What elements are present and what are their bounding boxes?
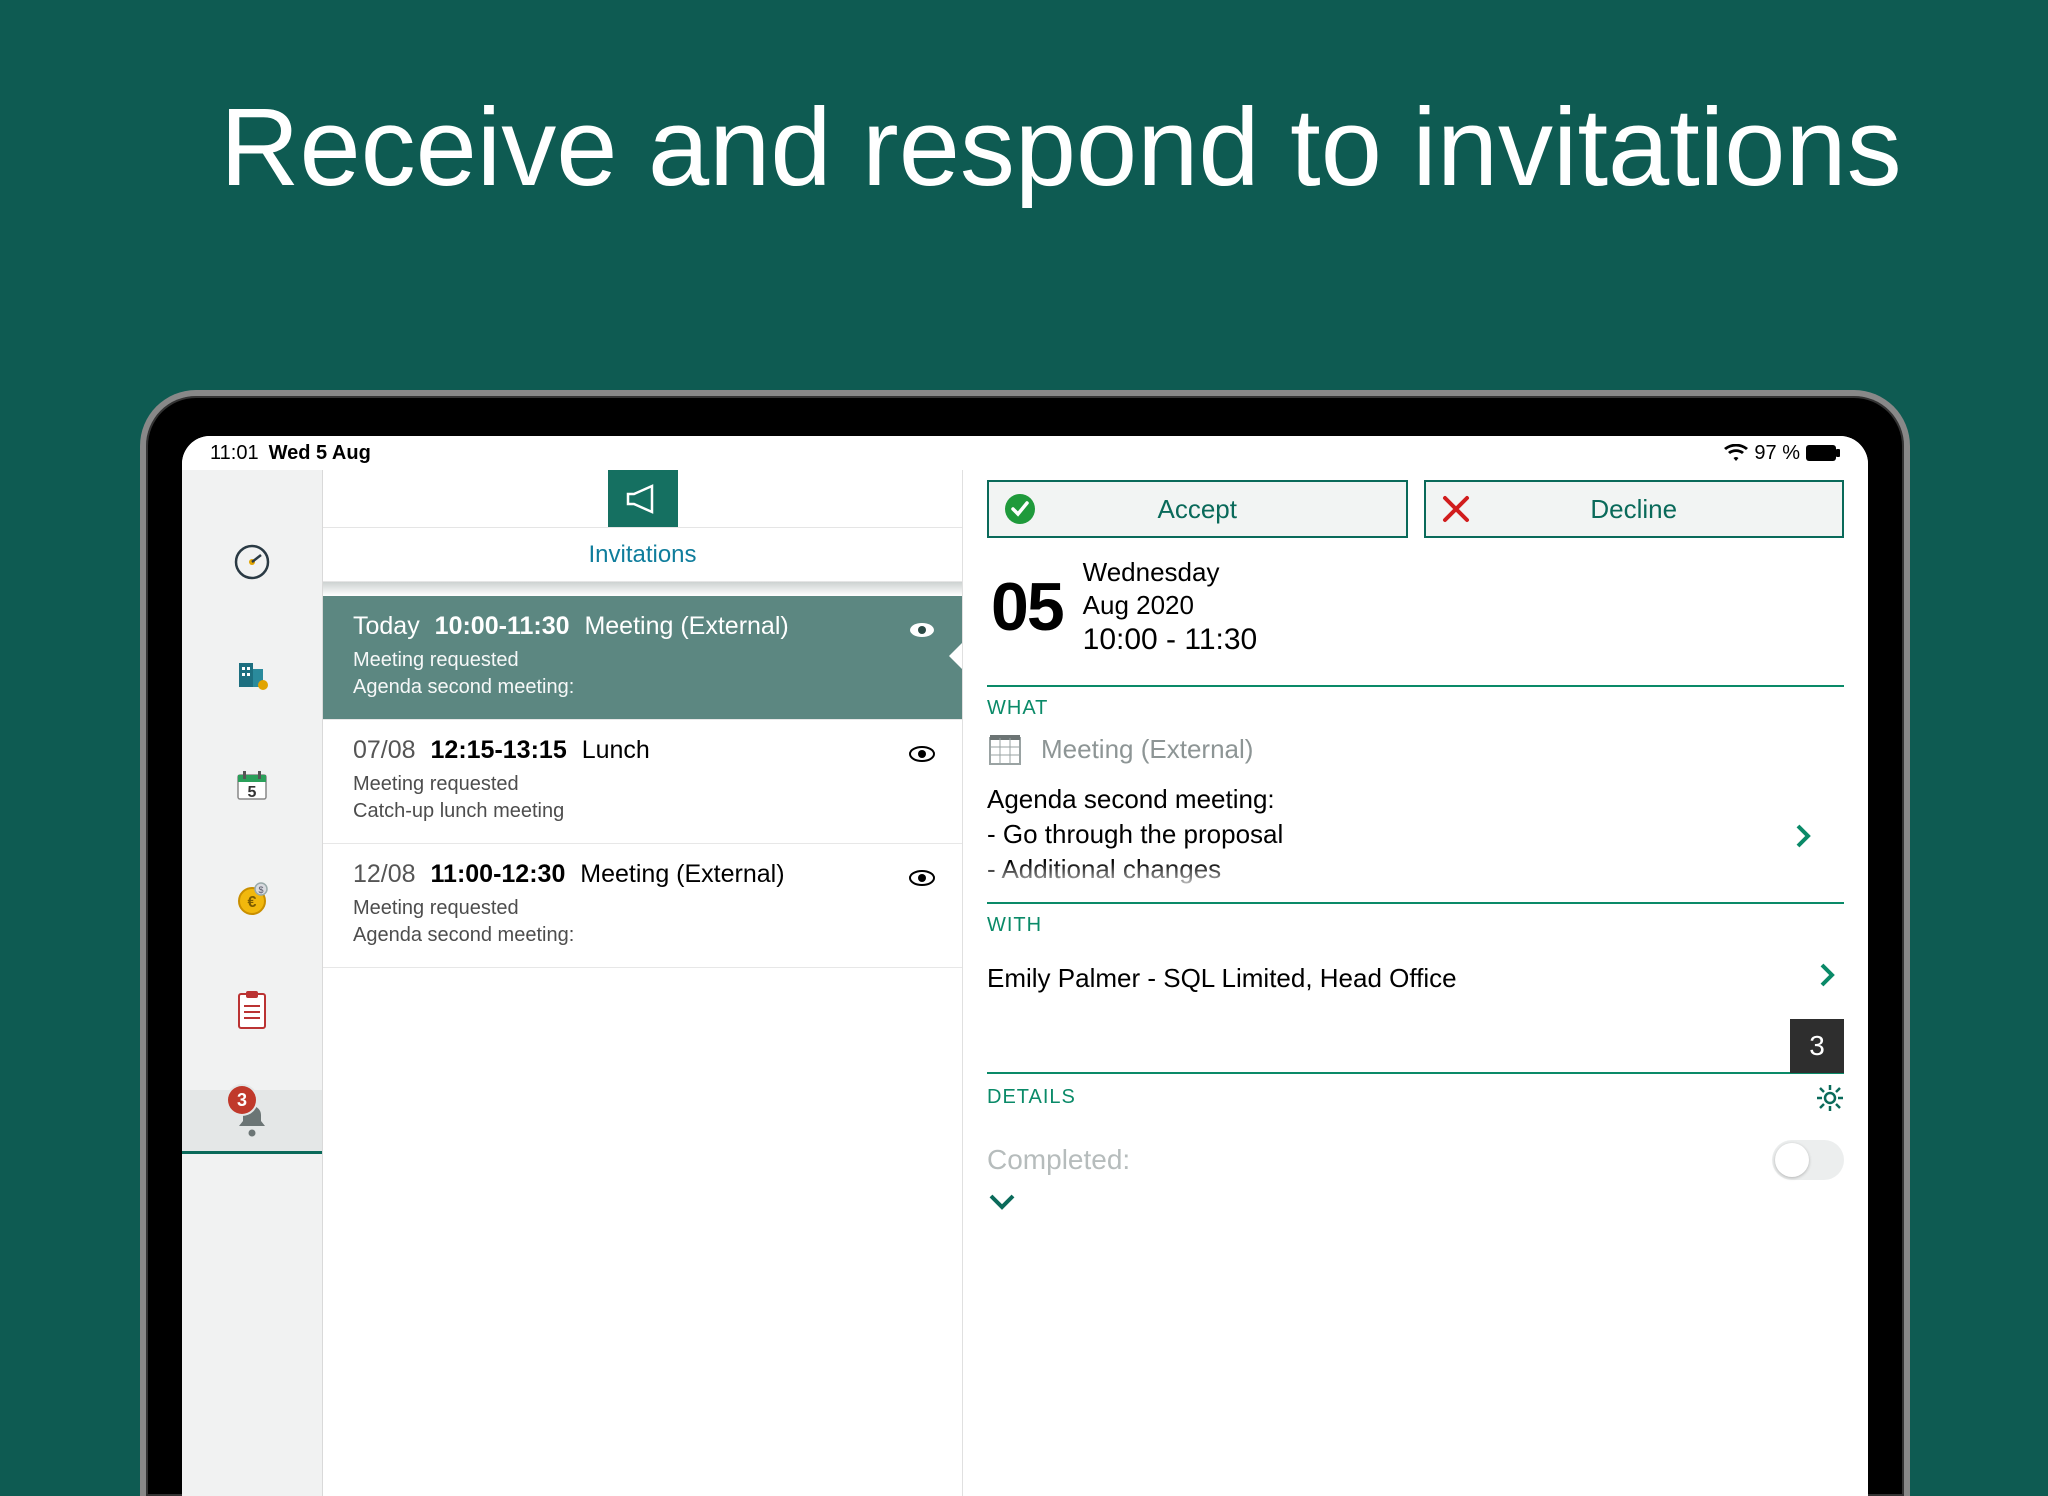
nav-notifications[interactable]: 3 (182, 1090, 322, 1154)
calendar-day-label: 5 (233, 784, 271, 802)
notifications-badge: 3 (228, 1086, 256, 1114)
expand-button[interactable] (987, 1192, 1844, 1212)
marketing-headline: Receive and respond to invitations (220, 90, 1902, 206)
invite-sub1: Meeting requested (353, 771, 932, 798)
wifi-icon (1724, 444, 1748, 462)
day-of-week: Wednesday (1083, 556, 1258, 589)
completed-toggle[interactable] (1772, 1140, 1844, 1180)
invite-title: Meeting (External) (584, 612, 788, 640)
attendee-text: Emily Palmer - SQL Limited, Head Office (987, 963, 1457, 993)
attendee-row[interactable]: Emily Palmer - SQL Limited, Head Office (987, 949, 1844, 1022)
accept-button[interactable]: Accept (987, 480, 1408, 538)
tab-invitations[interactable]: Invitations (564, 541, 720, 569)
chevron-right-icon (1818, 961, 1836, 989)
invitations-panel: Invitations Today 10:00-11:30 Meeting (E… (323, 470, 963, 1496)
accept-label: Accept (1158, 494, 1238, 525)
invitations-list: Today 10:00-11:30 Meeting (External) Mee… (323, 582, 962, 1496)
gear-icon[interactable] (1816, 1084, 1844, 1112)
agenda-row[interactable]: Agenda second meeting: - Go through the … (987, 782, 1844, 892)
svg-text:$: $ (258, 885, 263, 895)
status-bar: 11:01 Wed 5 Aug 97 % (182, 436, 1868, 470)
invite-date: 07/08 (353, 736, 416, 764)
agenda-text: Agenda second meeting: - Go through the … (987, 782, 1844, 892)
building-icon (233, 655, 271, 693)
announce-button[interactable] (608, 470, 678, 527)
invitation-item[interactable]: 07/08 12:15-13:15 Lunch Meeting requeste… (323, 720, 962, 844)
section-what-label: WHAT (987, 697, 1844, 720)
statusbar-date: Wed 5 Aug (269, 442, 371, 465)
invitation-item[interactable]: 12/08 11:00-12:30 Meeting (External) Mee… (323, 844, 962, 968)
month-year: Aug 2020 (1083, 589, 1258, 622)
invite-sub2: Agenda second meeting: (353, 674, 932, 701)
eye-icon (908, 740, 936, 768)
tablet-frame: 11:01 Wed 5 Aug 97 % (140, 390, 1910, 1496)
battery-icon (1806, 445, 1840, 461)
invite-title: Lunch (582, 736, 650, 764)
nav-calendar[interactable]: 5 (182, 754, 322, 818)
statusbar-battery-pct: 97 % (1754, 442, 1800, 465)
svg-text:€: € (248, 894, 257, 911)
details-label-text: DETAILS (987, 1086, 1076, 1109)
invite-title: Meeting (External) (580, 860, 784, 888)
gauge-icon (233, 543, 271, 581)
decline-label: Decline (1590, 494, 1677, 525)
divider (987, 1072, 1844, 1074)
date-header: 05 Wednesday Aug 2020 10:00 - 11:30 (991, 556, 1844, 659)
time-range: 10:00 - 11:30 (1083, 621, 1258, 659)
attendee-count-badge[interactable]: 3 (1790, 1019, 1844, 1073)
nav-sale[interactable]: €$ (182, 866, 322, 930)
invite-date: Today (353, 612, 420, 640)
check-circle-icon (1003, 492, 1037, 526)
statusbar-time: 11:01 (210, 442, 259, 465)
tabbar: Invitations (323, 528, 962, 582)
nav-company[interactable] (182, 642, 322, 706)
invite-sub2: Catch-up lunch meeting (353, 798, 932, 825)
what-row[interactable]: Meeting (External) (987, 732, 1844, 768)
what-type: Meeting (External) (1041, 734, 1253, 765)
detail-panel: Accept Decline 05 Wednesday Aug 2020 1 (963, 470, 1868, 1496)
completed-label: Completed: (987, 1144, 1130, 1176)
nav-clipboard[interactable] (182, 978, 322, 1042)
section-details-label: DETAILS (987, 1084, 1844, 1112)
section-with-label: WITH (987, 914, 1844, 937)
invite-sub1: Meeting requested (353, 647, 932, 674)
eye-icon (908, 616, 936, 644)
completed-row: Completed: (987, 1124, 1844, 1188)
divider (987, 902, 1844, 904)
mid-header (323, 470, 962, 528)
chevron-right-icon (1794, 822, 1812, 850)
invite-time: 12:15-13:15 (431, 736, 567, 764)
day-number: 05 (991, 573, 1063, 641)
nav-dashboard[interactable] (182, 530, 322, 594)
screen: 11:01 Wed 5 Aug 97 % (182, 436, 1868, 1496)
divider (987, 685, 1844, 687)
megaphone-icon (625, 484, 661, 514)
clipboard-icon (235, 990, 269, 1030)
invite-time: 10:00-11:30 (435, 612, 570, 640)
coin-icon: €$ (233, 879, 271, 917)
x-icon (1440, 493, 1472, 525)
invite-date: 12/08 (353, 860, 416, 888)
with-section: Emily Palmer - SQL Limited, Head Office … (987, 949, 1844, 1022)
sidebar: 5 €$ 3 (182, 470, 323, 1496)
invitation-item[interactable]: Today 10:00-11:30 Meeting (External) Mee… (323, 596, 962, 720)
invite-time: 11:00-12:30 (431, 860, 566, 888)
chevron-down-icon (987, 1192, 1844, 1212)
calendar-icon: 5 (233, 767, 271, 805)
eye-icon (908, 864, 936, 892)
decline-button[interactable]: Decline (1424, 480, 1845, 538)
list-top-shadow (323, 582, 962, 596)
calendar-grid-icon (987, 732, 1023, 768)
invite-sub2: Agenda second meeting: (353, 922, 932, 949)
invite-sub1: Meeting requested (353, 895, 932, 922)
